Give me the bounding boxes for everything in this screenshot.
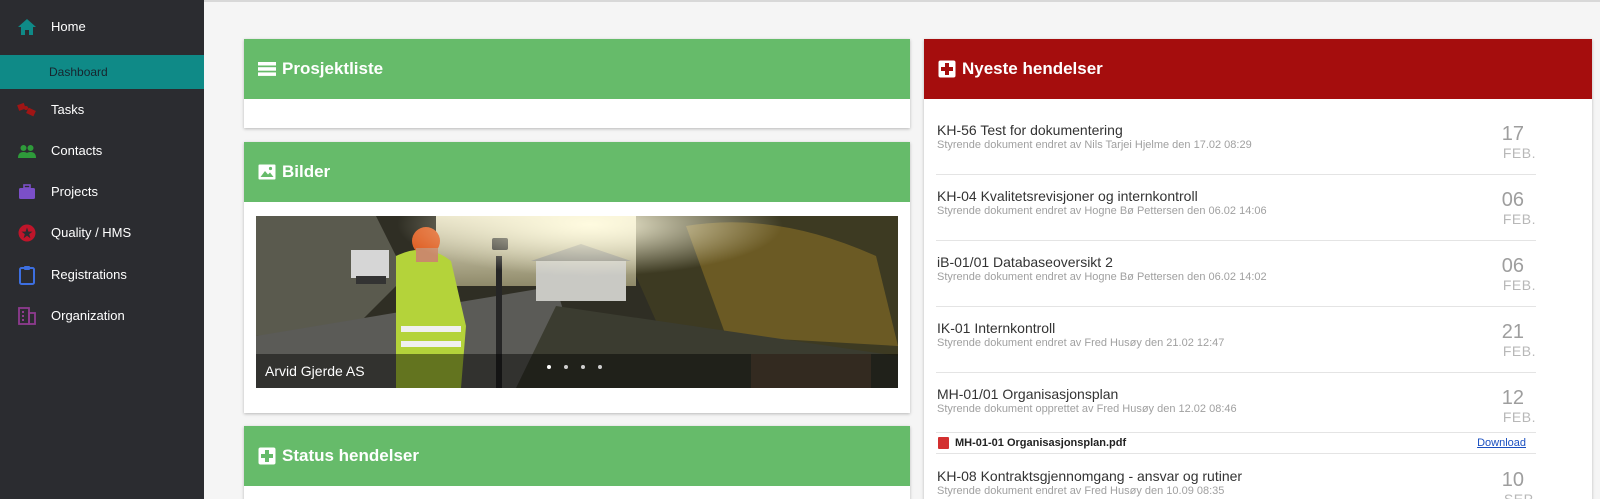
event-day: 17: [1501, 123, 1524, 145]
event-month: FEB.: [1502, 145, 1536, 161]
event-item[interactable]: MH-01/01 Organisasjonsplan Styrende doku…: [936, 373, 1536, 439]
project-list-title: Prosjektliste: [282, 59, 384, 78]
sidebar-item-quality-hms[interactable]: Quality / HMS: [0, 212, 204, 253]
event-subtitle: Styrende dokument endret av Hogne Bø Pet…: [937, 271, 1267, 283]
event-day: 06: [1501, 255, 1524, 277]
pdf-icon: [938, 437, 949, 449]
event-day: 21: [1501, 321, 1524, 343]
event-item[interactable]: KH-04 Kvalitetsrevisjoner og internkontr…: [936, 175, 1536, 241]
carousel-dot[interactable]: [547, 365, 551, 369]
event-day: 06: [1501, 189, 1524, 211]
sidebar: Home Dashboard Tasks Contacts Projects Q…: [0, 0, 204, 499]
sidebar-item-label: Contacts: [51, 143, 103, 158]
list-icon: [258, 62, 276, 76]
download-link[interactable]: Download: [1477, 437, 1526, 449]
quality-icon: [18, 224, 36, 241]
status-events-header: Status hendelser: [244, 426, 910, 486]
event-title[interactable]: KH-56 Test for dokumentering: [937, 122, 1123, 138]
event-month: FEB.: [1502, 277, 1536, 293]
sidebar-item-tasks[interactable]: Tasks: [0, 89, 204, 130]
image-icon: [258, 164, 276, 180]
event-day: 12: [1501, 387, 1524, 409]
event-item[interactable]: IK-01 Internkontroll Styrende dokument e…: [936, 307, 1536, 373]
event-month: FEB.: [1502, 211, 1536, 227]
sidebar-item-label: Registrations: [51, 267, 127, 282]
event-subtitle: Styrende dokument endret av Fred Husøy d…: [937, 337, 1225, 349]
images-header: Bilder: [244, 142, 910, 202]
images-panel: Bilder Arvid Gjerde AS: [244, 142, 910, 413]
event-title[interactable]: KH-08 Kontraktsgjennomgang - ansvar og r…: [937, 468, 1242, 484]
tasks-icon: [17, 102, 36, 116]
sidebar-item-label: Projects: [51, 184, 98, 199]
event-subtitle: Styrende dokument endret av Fred Husøy d…: [937, 485, 1225, 497]
event-month: FEB.: [1502, 409, 1536, 425]
latest-events-title: Nyeste hendelser: [962, 59, 1103, 78]
sidebar-item-label: Organization: [51, 308, 125, 323]
carousel-caption: Arvid Gjerde AS: [265, 363, 365, 379]
sidebar-item-home[interactable]: Home: [0, 6, 204, 47]
attachment-row: MH-01-01 Organisasjonsplan.pdf Download: [936, 432, 1536, 454]
carousel-indicators: [547, 365, 602, 369]
sidebar-item-label: Home: [51, 19, 86, 34]
status-events-panel: Status hendelser: [244, 426, 910, 499]
sidebar-item-contacts[interactable]: Contacts: [0, 130, 204, 171]
event-item[interactable]: iB-01/01 Databaseoversikt 2 Styrende dok…: [936, 241, 1536, 307]
event-subtitle: Styrende dokument endret av Nils Tarjei …: [937, 139, 1252, 151]
event-subtitle: Styrende dokument endret av Hogne Bø Pet…: [937, 205, 1267, 217]
event-item[interactable]: KH-08 Kontraktsgjennomgang - ansvar og r…: [936, 455, 1536, 499]
sidebar-item-label: Tasks: [51, 102, 85, 117]
sidebar-item-label: Dashboard: [49, 65, 108, 79]
contacts-icon: [18, 144, 36, 158]
images-title: Bilder: [282, 162, 331, 181]
event-title[interactable]: IK-01 Internkontroll: [937, 320, 1055, 336]
sidebar-item-dashboard[interactable]: Dashboard: [0, 55, 204, 89]
sidebar-item-label: Quality / HMS: [51, 225, 132, 240]
sidebar-item-organization[interactable]: Organization: [0, 295, 204, 336]
sidebar-item-projects[interactable]: Projects: [0, 171, 204, 212]
project-list-header: Prosjektliste: [244, 39, 910, 99]
event-title[interactable]: iB-01/01 Databaseoversikt 2: [937, 254, 1113, 270]
event-month: SEP.: [1503, 491, 1536, 499]
carousel-dot[interactable]: [564, 365, 568, 369]
event-subtitle: Styrende dokument opprettet av Fred Husø…: [937, 403, 1237, 415]
sidebar-item-registrations[interactable]: Registrations: [0, 254, 204, 295]
status-events-title: Status hendelser: [282, 446, 419, 465]
event-title[interactable]: KH-04 Kvalitetsrevisjoner og internkontr…: [937, 188, 1198, 204]
latest-events-header: Nyeste hendelser: [924, 39, 1592, 99]
attachment-name[interactable]: MH-01-01 Organisasjonsplan.pdf: [955, 437, 1126, 449]
carousel-dot[interactable]: [581, 365, 585, 369]
event-month: FEB.: [1502, 343, 1536, 359]
clipboard-icon: [19, 265, 35, 285]
medical-cross-icon: [258, 447, 276, 465]
carousel-dot[interactable]: [598, 365, 602, 369]
latest-events-panel: Nyeste hendelser KH-56 Test for dokument…: [924, 39, 1592, 499]
event-item[interactable]: KH-56 Test for dokumentering Styrende do…: [936, 109, 1536, 175]
home-icon: [18, 18, 36, 35]
top-divider: [204, 0, 1600, 2]
organization-icon: [18, 306, 36, 325]
event-title[interactable]: MH-01/01 Organisasjonsplan: [937, 386, 1118, 402]
event-day: 10: [1501, 469, 1524, 491]
briefcase-icon: [19, 183, 35, 199]
image-carousel[interactable]: Arvid Gjerde AS: [256, 216, 898, 388]
project-list-panel: Prosjektliste: [244, 39, 910, 128]
medical-cross-icon: [938, 60, 956, 78]
